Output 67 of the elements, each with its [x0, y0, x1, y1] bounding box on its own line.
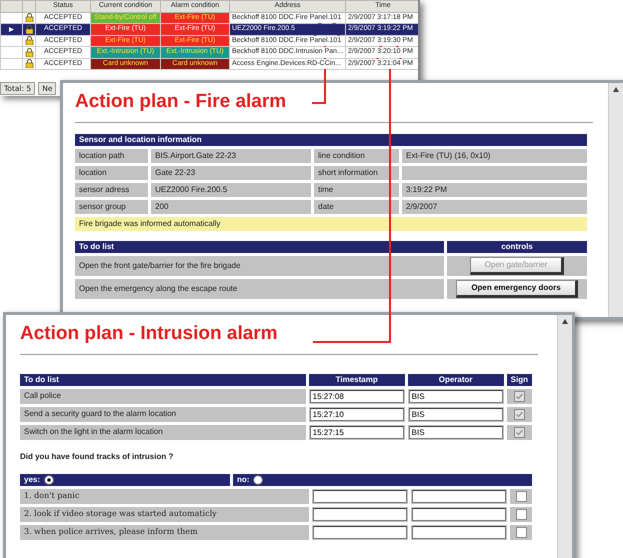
task-text: Open the front gate/barrier for the fire brigade	[75, 256, 444, 276]
padlock-icon	[25, 24, 34, 34]
option-label: no:	[237, 474, 250, 486]
section-header: To do list	[75, 240, 444, 253]
input-field[interactable]: 15:27:10	[310, 408, 404, 421]
checkbox[interactable]	[514, 408, 525, 420]
input-field[interactable]: 15:27:08	[310, 390, 404, 403]
radio-button[interactable]	[44, 474, 54, 485]
field-label: date	[314, 200, 399, 214]
row-pointer-icon	[8, 26, 15, 33]
input-field[interactable]: BIS	[408, 426, 503, 439]
field-value: UEZ2000 Fire.200.5	[151, 182, 312, 197]
page-title: Action plan - Intrusion alarm	[20, 323, 279, 346]
input-field[interactable]	[412, 490, 506, 503]
column-header: Timestamp	[308, 374, 405, 386]
field-value: 2/9/2007	[402, 200, 587, 214]
field-value: Ext-Fire (TU) (16, 0x10)	[402, 148, 587, 163]
scrollbar[interactable]	[608, 83, 623, 317]
task-text: Call police	[20, 388, 306, 404]
field-value: 200	[151, 200, 312, 214]
checkbox[interactable]	[516, 490, 526, 502]
checkbox[interactable]	[514, 390, 525, 402]
field-label: sensor group	[75, 200, 148, 214]
input-field[interactable]	[313, 490, 407, 503]
padlock-icon	[25, 13, 34, 22]
column-header: Operator	[408, 374, 504, 386]
checkbox[interactable]	[516, 508, 526, 520]
question-text: Did you have found tracks of intrusion ?	[20, 450, 174, 463]
task-text: 1. don't panic	[20, 488, 309, 504]
padlock-icon	[25, 36, 34, 46]
page-title: Action plan - Fire alarm	[75, 91, 286, 114]
option-label: yes:	[24, 474, 40, 486]
input-field[interactable]: BIS	[408, 390, 503, 403]
input-field[interactable]	[412, 508, 506, 521]
padlock-icon	[25, 48, 34, 57]
field-label: location path	[75, 148, 148, 163]
notice-text: Fire brigade was informed automatically	[75, 216, 587, 231]
field-value: Gate 22-23	[151, 166, 312, 180]
field-label: sensor adress	[75, 182, 148, 197]
field-label: short information	[314, 166, 399, 180]
checkbox[interactable]	[514, 426, 525, 438]
task-text: Open the emergency along the escape route	[75, 278, 444, 299]
radio-button[interactable]	[253, 474, 264, 485]
checkbox[interactable]	[516, 526, 526, 538]
input-field[interactable]: 15:27:15	[310, 426, 404, 439]
scrollbar[interactable]	[557, 315, 572, 558]
action-button[interactable]: Open emergency doors	[456, 280, 578, 298]
section-header: Sensor and location information	[75, 134, 587, 146]
field-label: time	[314, 182, 399, 197]
scroll-up-icon[interactable]	[561, 318, 569, 325]
section-header: controls	[447, 240, 587, 253]
field-label: line condition	[314, 148, 399, 163]
padlock-icon	[25, 59, 34, 68]
task-text: 2. look if video storage was started automaticly	[20, 506, 309, 522]
column-header: To do list	[20, 374, 306, 386]
column-header: Sign	[506, 374, 532, 386]
input-field[interactable]	[313, 508, 407, 521]
scroll-up-icon[interactable]	[612, 86, 620, 93]
task-text: Switch on the light in the alarm location	[20, 424, 306, 440]
input-field[interactable]	[412, 526, 506, 539]
input-field[interactable]: BIS	[408, 408, 503, 421]
field-value: BIS.Airport.Gate 22-23	[151, 148, 312, 163]
task-text: 3. when police arrives, please inform them	[20, 524, 309, 540]
field-value: 3:19:22 PM	[402, 182, 587, 197]
task-text: Send a security guard to the alarm location	[20, 406, 306, 422]
field-label: location	[75, 166, 148, 180]
input-field[interactable]	[313, 526, 407, 539]
